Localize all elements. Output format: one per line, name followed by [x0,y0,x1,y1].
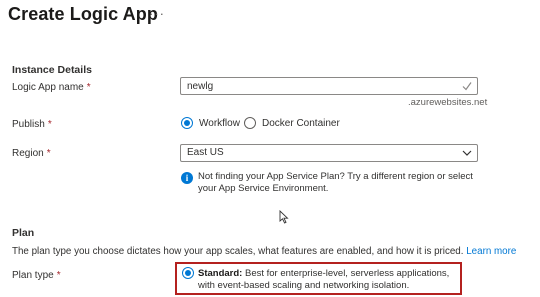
plan-description-text: The plan type you choose dictates how yo… [12,246,464,257]
logic-app-name-label: Logic App name * [12,82,91,93]
required-marker: * [56,270,61,281]
region-label: Region * [12,148,51,159]
docker-container-radio-label[interactable]: Docker Container [262,118,340,129]
required-marker: * [47,119,52,130]
required-marker: * [86,82,91,93]
learn-more-link[interactable]: Learn more [466,246,516,257]
more-options-icon[interactable]: ··· [149,6,165,21]
region-dropdown[interactable]: East US [180,144,478,162]
plan-type-label-text: Plan type [12,270,54,281]
plan-heading: Plan [12,227,35,239]
checkmark-icon [462,82,472,91]
logic-app-name-input[interactable] [187,80,447,92]
workflow-radio-label[interactable]: Workflow [199,118,240,129]
logic-app-name-label-text: Logic App name [12,82,84,93]
standard-plan-title: Standard: [198,268,243,279]
plan-description: The plan type you choose dictates how yo… [12,246,516,257]
docker-container-radio[interactable] [244,117,256,129]
region-label-text: Region [12,148,44,159]
standard-plan-radio[interactable] [182,267,194,279]
required-marker: * [46,148,51,159]
workflow-radio[interactable] [181,117,193,129]
standard-plan-option[interactable]: Standard: Best for enterprise-level, ser… [198,268,460,292]
logic-app-name-field[interactable] [180,77,478,95]
region-info-text: Not finding your App Service Plan? Try a… [198,171,473,194]
region-selected-value: East US [187,147,224,158]
page-title: Create Logic App [8,4,158,24]
publish-label: Publish * [12,119,52,130]
instance-details-heading: Instance Details [12,64,92,76]
mouse-cursor-icon [279,210,289,224]
chevron-down-icon [462,150,472,156]
info-icon: i [181,172,193,184]
domain-suffix: .azurewebsites.net [408,97,488,108]
publish-label-text: Publish [12,119,45,130]
plan-type-label: Plan type * [12,270,61,281]
